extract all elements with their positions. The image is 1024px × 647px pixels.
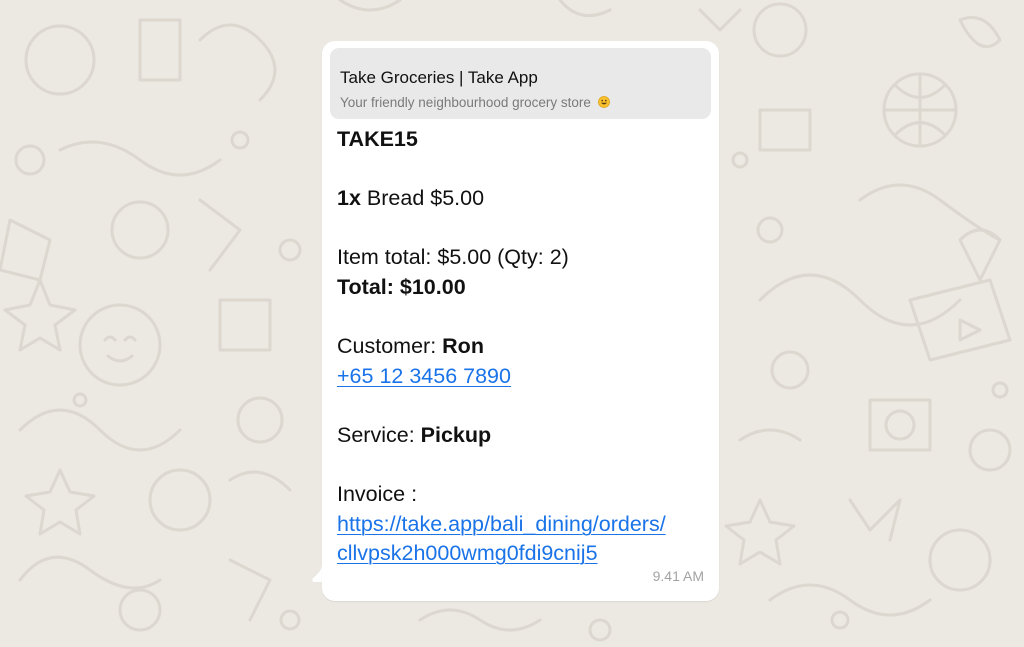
- grinning-face-emoji-icon: [597, 96, 610, 108]
- line-item-qty: 1x: [337, 186, 361, 210]
- promo-code: TAKE15: [337, 127, 418, 151]
- link-preview-title: Take Groceries | Take App: [340, 68, 538, 87]
- order-total: Total: $10.00: [337, 275, 466, 299]
- invoice-link-part-2[interactable]: cllvpsk2h000wmg0fdi9cnij5: [337, 541, 598, 565]
- service-line: Service: Pickup: [337, 422, 491, 448]
- invoice-label: Invoice :: [337, 482, 418, 506]
- customer-name: Ron: [442, 334, 484, 358]
- customer-phone-link[interactable]: +65 12 3456 7890: [337, 364, 511, 388]
- item-total: Item total: $5.00 (Qty: 2): [337, 245, 569, 269]
- line-item: 1x Bread $5.00: [337, 185, 484, 211]
- invoice-link-line-1: https://take.app/bali_dining/orders/: [337, 511, 666, 537]
- customer-phone-line: +65 12 3456 7890: [337, 363, 511, 389]
- line-item-name-price: Bread $5.00: [366, 186, 485, 210]
- message-timestamp: 9.41 AM: [652, 568, 704, 584]
- invoice-link-part-1[interactable]: https://take.app/bali_dining/orders/: [337, 512, 666, 536]
- customer-line: Customer: Ron: [337, 333, 484, 359]
- invoice-link-line-2: cllvpsk2h000wmg0fdi9cnij5: [337, 540, 598, 566]
- service-label: Service:: [337, 423, 415, 447]
- message-bubble[interactable]: Take Groceries | Take App Your friendly …: [322, 41, 719, 601]
- customer-label: Customer:: [337, 334, 437, 358]
- link-preview-description-text: Your friendly neighbourhood grocery stor…: [340, 95, 591, 110]
- link-preview-description: Your friendly neighbourhood grocery stor…: [340, 95, 610, 110]
- link-preview-card[interactable]: Take Groceries | Take App Your friendly …: [330, 48, 711, 119]
- service-value: Pickup: [420, 423, 492, 447]
